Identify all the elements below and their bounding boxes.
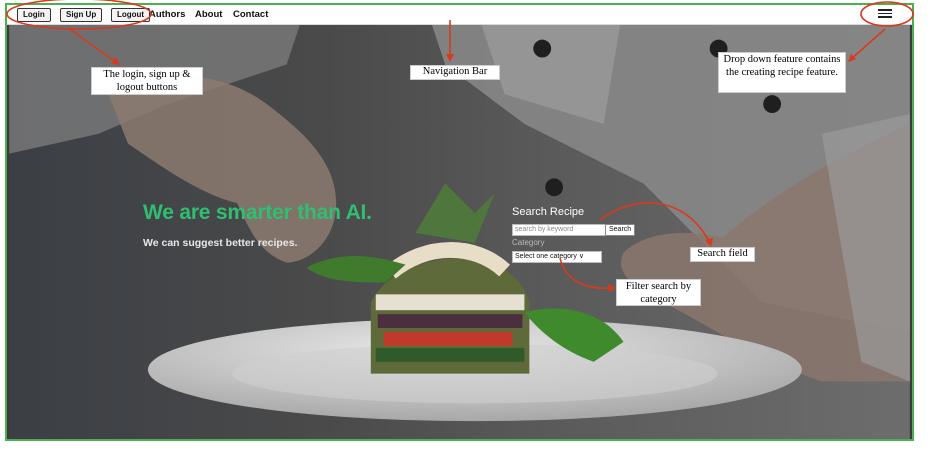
annotation-filter: Filter search by category — [616, 279, 701, 306]
annotation-auth-buttons: The login, sign up & logout buttons — [91, 67, 203, 95]
annotation-dropdown: Drop down feature contains the creating … — [718, 52, 846, 93]
signup-button[interactable]: Sign Up — [60, 8, 103, 22]
annotation-navbar: Navigation Bar — [410, 65, 500, 80]
logout-button[interactable]: Logout — [111, 8, 151, 22]
hero-subtitle: We can suggest better recipes. — [143, 237, 298, 249]
search-button[interactable]: Search — [605, 224, 636, 236]
hamburger-menu-icon[interactable] — [878, 7, 892, 19]
annotation-search-field: Search field — [690, 247, 755, 262]
search-input[interactable]: search by keyword — [512, 224, 608, 236]
login-button[interactable]: Login — [17, 8, 51, 22]
category-select[interactable]: Select one category ∨ — [512, 251, 602, 263]
category-label: Category — [512, 238, 545, 247]
search-recipe-title: Search Recipe — [512, 206, 585, 218]
nav-link-about[interactable]: About — [195, 8, 222, 21]
hero-title: We are smarter than AI. — [143, 201, 372, 224]
nav-link-contact[interactable]: Contact — [233, 8, 268, 21]
navigation-bar: Login Sign Up Logout Authors About Conta… — [7, 5, 912, 25]
nav-link-authors[interactable]: Authors — [149, 8, 185, 21]
